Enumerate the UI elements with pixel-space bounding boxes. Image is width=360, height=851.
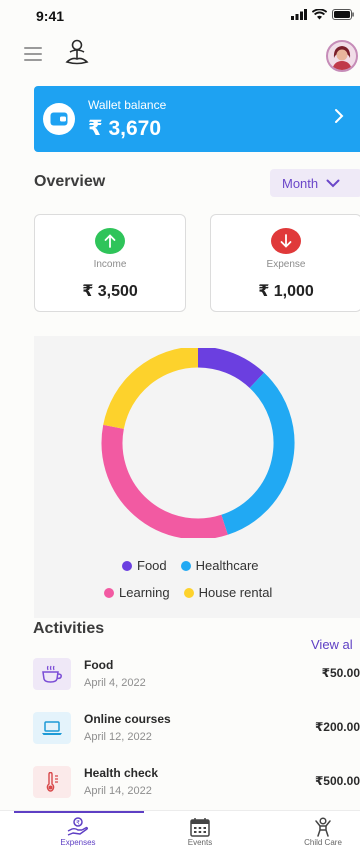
active-tab-indicator	[14, 811, 144, 813]
nav-tab-events-label: Events	[187, 838, 213, 847]
activity-date: April 14, 2022	[84, 785, 152, 797]
overview-title: Overview	[34, 173, 106, 190]
status-bar: 9:41	[0, 0, 360, 30]
activity-date: April 12, 2022	[84, 731, 152, 743]
arrow-up-icon	[95, 228, 125, 254]
wallet-balance-card[interactable]: Wallet balance ₹ 3,670	[34, 86, 360, 152]
menu-icon[interactable]	[24, 47, 42, 61]
signal-icon	[291, 9, 307, 20]
activities-title: Activities	[33, 620, 105, 637]
activity-item[interactable]: Health check April 14, 2022 ₹500.00	[33, 764, 360, 804]
thermometer-icon	[33, 766, 71, 798]
legend-label-healthcare: Healthcare	[195, 558, 259, 573]
activity-amount: ₹200.00	[314, 720, 360, 734]
bottom-nav: ₹ Expenses Events Child Care	[0, 810, 360, 851]
activity-name: Food	[84, 658, 114, 672]
legend-row: Learning House rental	[104, 585, 272, 600]
activity-date: April 4, 2022	[84, 677, 146, 689]
cup-icon	[33, 658, 71, 690]
chevron-right-icon	[335, 109, 344, 123]
yoga-logo-icon	[65, 39, 89, 65]
expense-breakdown-chart: Food Healthcare Learning House rental	[34, 336, 360, 618]
activity-name: Online courses	[84, 712, 171, 726]
nav-tab-expenses[interactable]: ₹ Expenses	[38, 817, 118, 847]
activity-item[interactable]: Online courses April 12, 2022 ₹200.00	[33, 710, 360, 750]
child-icon	[315, 817, 331, 837]
battery-icon	[332, 9, 354, 20]
legend-dot-healthcare	[180, 560, 191, 571]
activity-item[interactable]: Food April 4, 2022 ₹50.00	[33, 656, 360, 696]
legend-dot-house-rental	[183, 587, 194, 598]
legend-dot-food	[122, 560, 132, 571]
nav-tab-events[interactable]: Events	[160, 817, 240, 847]
donut-slice-learning	[101, 424, 228, 538]
avatar[interactable]	[326, 40, 358, 72]
expense-label: Expense	[266, 259, 306, 270]
wifi-icon	[312, 9, 327, 20]
legend-item-learning: Learning	[104, 585, 170, 600]
chevron-down-icon	[326, 179, 340, 187]
nav-tab-child-care[interactable]: Child Care	[283, 817, 360, 847]
expenses-icon: ₹	[67, 817, 89, 836]
legend-row: Food Healthcare	[122, 558, 259, 573]
donut-chart	[101, 348, 295, 538]
wallet-balance-label: Wallet balance	[88, 98, 167, 112]
income-card[interactable]: Income ₹ 3,500	[34, 214, 186, 312]
income-label: Income	[93, 259, 127, 270]
status-icons	[291, 9, 354, 20]
calendar-icon	[190, 818, 210, 837]
period-select[interactable]: Month	[270, 169, 360, 197]
wallet-balance-amount: ₹ 3,670	[88, 117, 161, 140]
legend-label-learning: Learning	[119, 585, 170, 600]
legend-item-food: Food	[122, 558, 167, 573]
view-all-link[interactable]: View al	[311, 637, 353, 652]
activity-amount: ₹500.00	[314, 774, 360, 788]
svg-text:₹: ₹	[76, 820, 80, 827]
expense-card[interactable]: Expense ₹ 1,000	[210, 214, 360, 312]
legend-dot-learning	[104, 587, 114, 598]
donut-slice-food	[197, 348, 265, 389]
expense-amount: ₹ 1,000	[258, 283, 314, 300]
legend-label-food: Food	[137, 558, 167, 573]
period-select-value: Month	[282, 175, 319, 191]
donut-slice-house-rental	[103, 348, 199, 430]
legend-label-house-rental: House rental	[198, 585, 273, 600]
income-amount: ₹ 3,500	[82, 283, 138, 300]
wallet-icon	[43, 103, 75, 135]
donut-slice-healthcare	[221, 372, 295, 535]
profile-photo-icon	[328, 42, 356, 70]
laptop-icon	[33, 712, 71, 744]
nav-tab-child-care-label: Child Care	[304, 838, 342, 847]
expenses-screen: 9:41 Wallet balance ₹ 3,670 Overview Mon…	[0, 0, 360, 851]
legend-item-house-rental: House rental	[183, 585, 273, 600]
status-time: 9:41	[36, 8, 65, 24]
activity-name: Health check	[84, 766, 159, 780]
arrow-down-icon	[271, 228, 301, 254]
nav-tab-expenses-label: Expenses	[60, 838, 96, 847]
activity-amount: ₹50.00	[321, 666, 360, 680]
legend-item-healthcare: Healthcare	[180, 558, 259, 573]
